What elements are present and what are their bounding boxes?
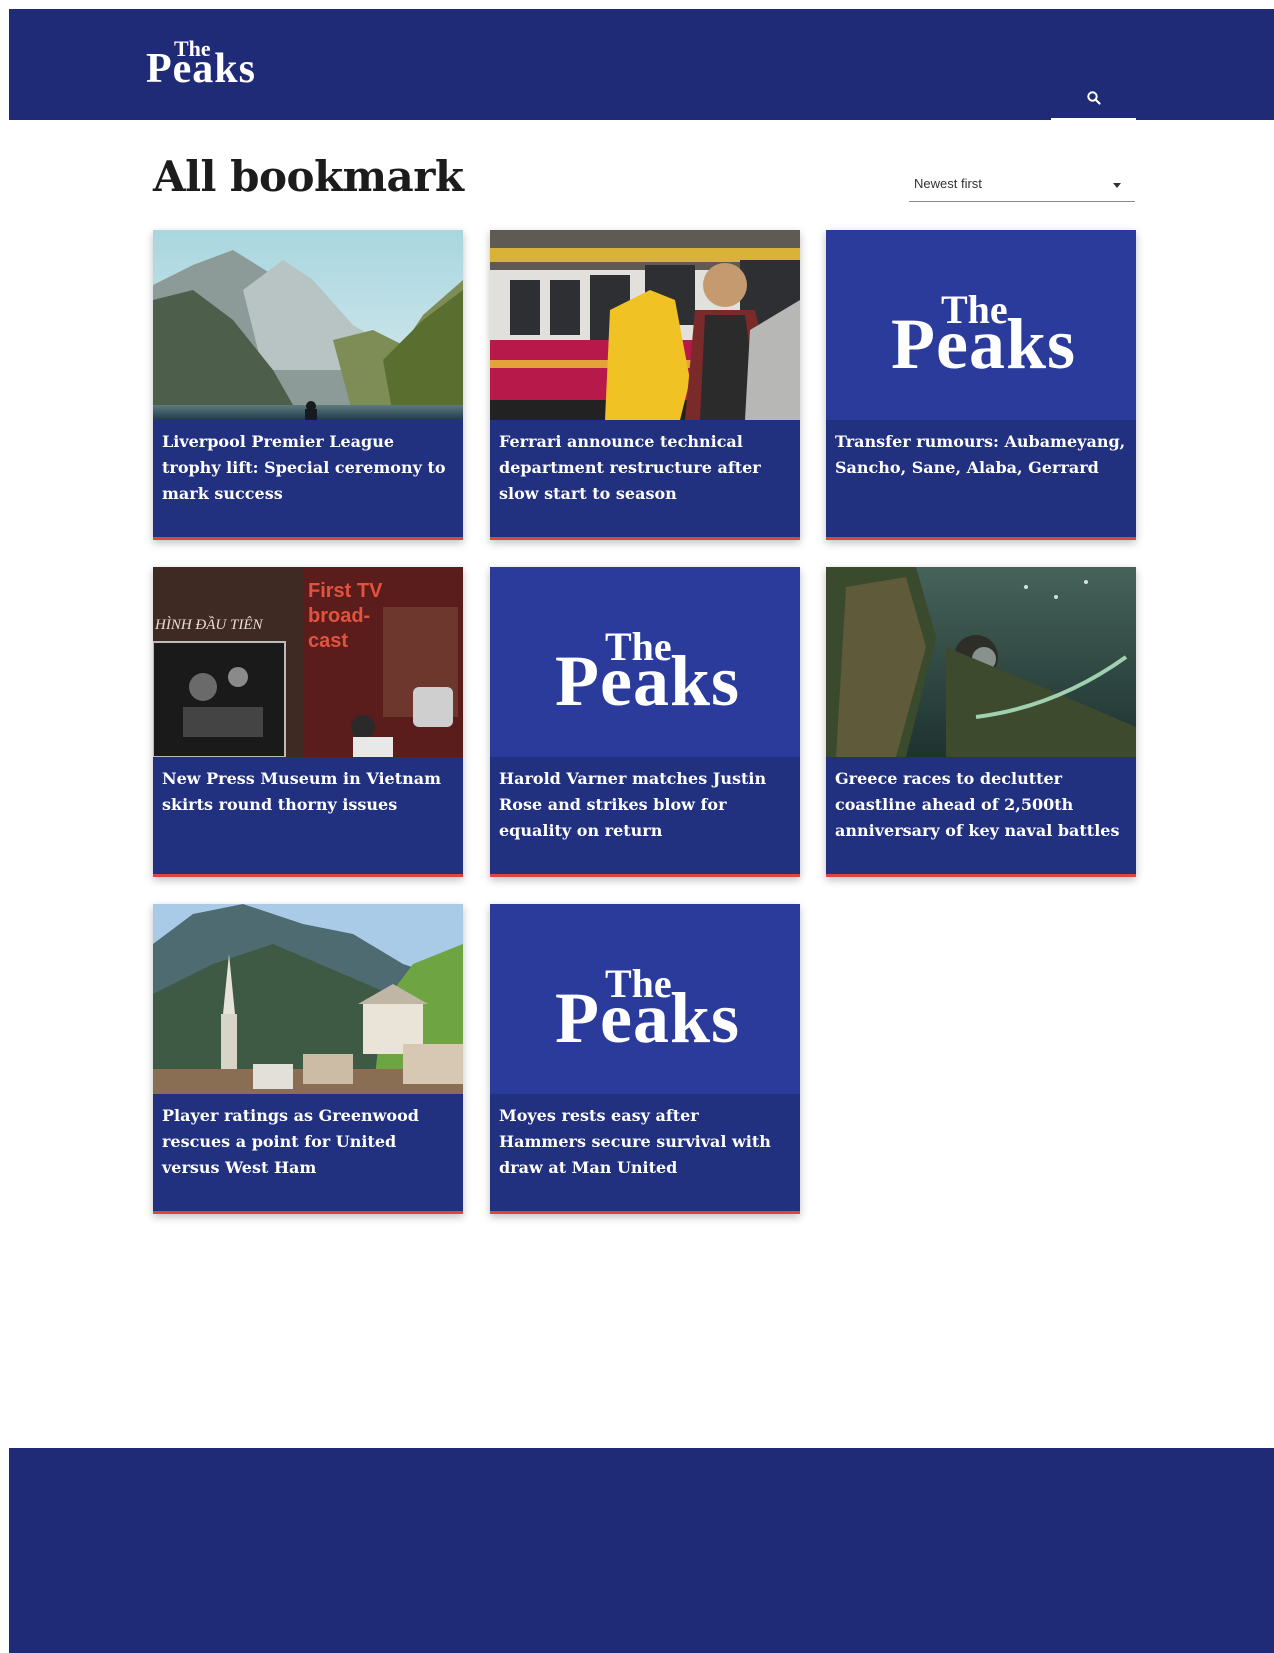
search-field[interactable] [1051,80,1136,120]
card-title[interactable]: New Press Museum in Vietnam skirts round… [162,766,454,818]
museum-sign-right-1: First TV [308,580,383,602]
card-title[interactable]: Ferrari announce technical department re… [499,429,791,507]
card-image [153,230,463,420]
bookmark-card[interactable]: The Peaks Moyes rests easy after Hammers… [490,904,800,1214]
site-footer [9,1448,1274,1653]
card-title[interactable]: Player ratings as Greenwood rescues a po… [162,1103,454,1181]
card-image-placeholder: The Peaks [490,567,800,757]
bookmark-card[interactable]: Ferrari announce technical department re… [490,230,800,540]
museum-sign-right-3: cast [308,630,348,652]
card-title[interactable]: Greece races to declutter coastline ahea… [835,766,1127,844]
museum-sign-right-2: broad- [308,605,370,627]
card-caption: New Press Museum in Vietnam skirts round… [153,757,463,874]
sort-selected-value: Newest first [914,176,982,191]
card-caption: Ferrari announce technical department re… [490,420,800,537]
bookmark-card[interactable]: Greece races to declutter coastline ahea… [826,567,1136,877]
card-title[interactable]: Moyes rests easy after Hammers secure su… [499,1103,791,1181]
card-title[interactable]: Harold Varner matches Justin Rose and st… [499,766,791,844]
card-caption: Player ratings as Greenwood rescues a po… [153,1094,463,1211]
card-image-placeholder: The Peaks [826,230,1136,420]
card-caption: Harold Varner matches Justin Rose and st… [490,757,800,874]
card-title[interactable]: Transfer rumours: Aubameyang, Sancho, Sa… [835,429,1127,481]
placeholder-logo: The Peaks [555,964,755,1058]
card-caption: Liverpool Premier League trophy lift: Sp… [153,420,463,537]
logo-peaks: Peaks [555,641,740,721]
logo-peaks: Peaks [146,46,256,92]
logo-peaks: Peaks [555,978,740,1058]
bookmark-card[interactable]: The Peaks Harold Varner matches Justin R… [490,567,800,877]
logo-peaks: Peaks [891,304,1076,384]
bookmark-card[interactable]: The Peaks Transfer rumours: Aubameyang, … [826,230,1136,540]
museum-sign-left: HÌNH ĐẦU TIÊN [154,616,263,633]
bookmark-card[interactable]: Player ratings as Greenwood rescues a po… [153,904,463,1214]
bookmark-card[interactable]: HÌNH ĐẦU TIÊN First TV broad- cast New P… [153,567,463,877]
card-image: HÌNH ĐẦU TIÊN First TV broad- cast [153,567,463,757]
card-caption: Transfer rumours: Aubameyang, Sancho, Sa… [826,420,1136,537]
placeholder-logo: The Peaks [555,627,755,721]
card-caption: Greece races to declutter coastline ahea… [826,757,1136,874]
chevron-down-icon [1113,183,1121,188]
search-icon[interactable] [1086,90,1102,106]
card-image [490,230,800,420]
placeholder-logo: The Peaks [891,290,1091,384]
card-image [826,567,1136,757]
bookmark-card[interactable]: Liverpool Premier League trophy lift: Sp… [153,230,463,540]
sort-dropdown[interactable]: Newest first [909,170,1135,202]
site-logo[interactable]: The Peaks [146,26,276,91]
card-title[interactable]: Liverpool Premier League trophy lift: Sp… [162,429,454,507]
card-image-placeholder: The Peaks [490,904,800,1094]
page-title: All bookmark [153,152,464,201]
card-image [153,904,463,1094]
card-caption: Moyes rests easy after Hammers secure su… [490,1094,800,1211]
